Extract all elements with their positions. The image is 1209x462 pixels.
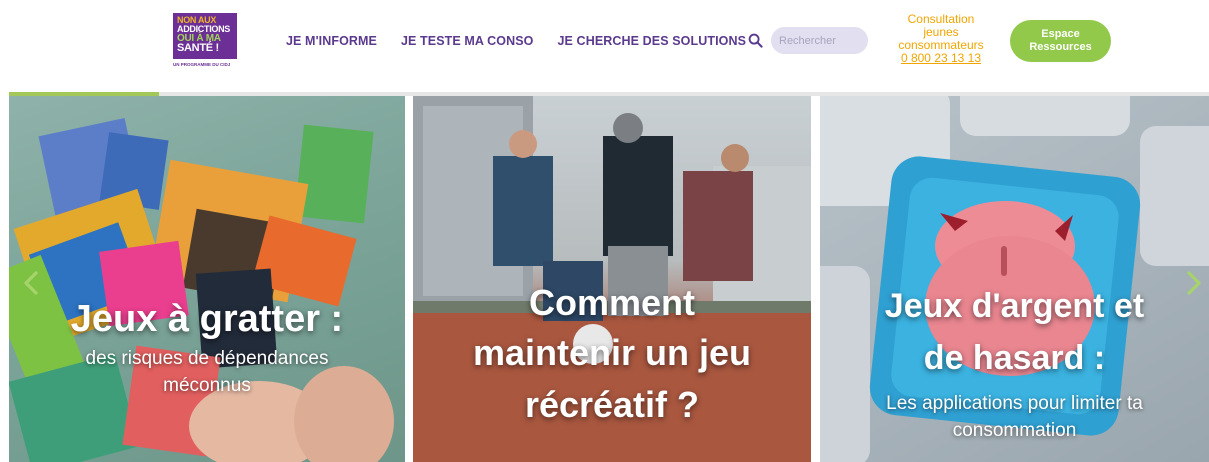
- slide-3-subtitle-line-1: Les applications pour limiter ta: [886, 393, 1143, 414]
- carousel-slide-jeu-recreatif[interactable]: Comment maintenir un jeu récréatif ?: [413, 96, 811, 462]
- consultation-phone-link[interactable]: 0 800 23 13 13: [885, 52, 997, 65]
- site-header: NON AUX ADDICTIONS OUI À MA SANTÉ ! UN P…: [0, 0, 1209, 92]
- logo-badge: NON AUX ADDICTIONS OUI À MA SANTÉ !: [173, 13, 237, 59]
- espace-button-line-2: Ressources: [1029, 41, 1092, 53]
- slide-1-title: Jeux à gratter :: [70, 298, 344, 340]
- logo-subtitle: UN PROGRAMME DU CIDJ: [173, 62, 231, 67]
- slide-3-subtitle-line-2: consommation: [952, 420, 1077, 441]
- slide-2-title-line-1: Comment: [528, 282, 695, 323]
- logo-line-4: SANTÉ !: [177, 42, 219, 54]
- espace-button-line-1: Espace: [1041, 28, 1080, 40]
- carousel-slide-jeux-argent[interactable]: Jeux d'argent et de hasard : Les applica…: [820, 96, 1209, 462]
- search-input[interactable]: [771, 27, 868, 54]
- carousel-slide-scratch-cards[interactable]: Jeux à gratter : des risques de dépendan…: [9, 96, 405, 462]
- nav-item-teste-conso[interactable]: JE TESTE MA CONSO: [401, 34, 534, 48]
- nav-item-informe[interactable]: JE M'INFORME: [286, 34, 377, 48]
- slide-2-title-line-3: récréatif ?: [524, 384, 700, 425]
- slide-1-subtitle-line-2: méconnus: [163, 375, 251, 396]
- chevron-left-icon[interactable]: [20, 270, 42, 296]
- slide-3-title-line-2: de hasard :: [923, 339, 1106, 377]
- nav-item-solutions[interactable]: JE CHERCHE DES SOLUTIONS: [558, 34, 747, 48]
- consultation-info: Consultation jeunes consommateurs 0 800 …: [885, 13, 997, 65]
- search-icon[interactable]: [748, 33, 763, 48]
- slide-3-title-line-1: Jeux d'argent et: [884, 287, 1145, 325]
- espace-button-label: Espace Ressources: [1029, 28, 1091, 54]
- site-logo[interactable]: NON AUX ADDICTIONS OUI À MA SANTÉ ! UN P…: [173, 13, 237, 69]
- espace-ressources-button[interactable]: Espace Ressources: [1010, 20, 1111, 62]
- chevron-right-icon[interactable]: [1183, 270, 1205, 296]
- main-nav: JE M'INFORME JE TESTE MA CONSO JE CHERCH…: [286, 34, 746, 48]
- slide-2-title-line-2: maintenir un jeu: [472, 332, 752, 373]
- slide-1-subtitle-line-1: des risques de dépendances: [85, 348, 329, 369]
- scratch-cards-illustration: [9, 118, 394, 462]
